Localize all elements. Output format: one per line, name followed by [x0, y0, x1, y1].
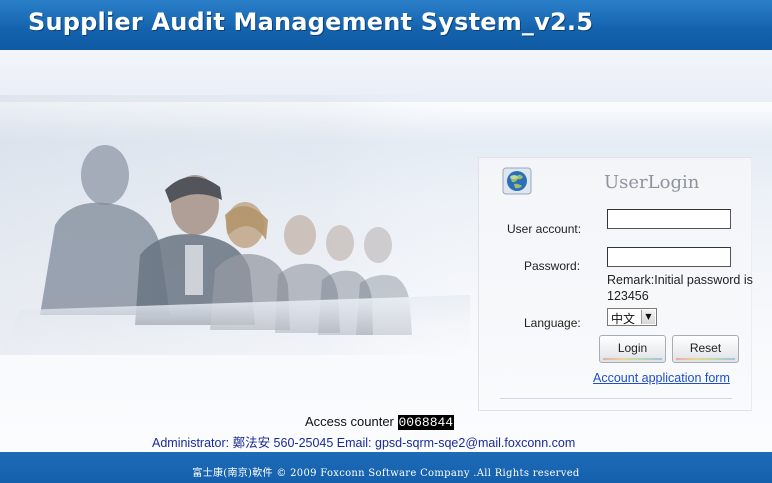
language-selected-value: 中文 [611, 312, 636, 326]
password-label: Password: [524, 259, 581, 273]
chevron-down-icon[interactable]: ▼ [641, 310, 655, 324]
language-label: Language: [524, 316, 581, 330]
language-select[interactable]: 中文 ▼ [607, 308, 657, 326]
copyright-text: 富士康(南京)軟件 © 2009 Foxconn Software Compan… [192, 468, 580, 479]
access-counter-value: 0068844 [397, 415, 455, 430]
globe-icon [502, 167, 532, 195]
user-login-title: UserLogin [604, 172, 700, 193]
app-title: Supplier Audit Management System_v2.5 [28, 8, 594, 36]
password-input[interactable] [607, 247, 731, 267]
access-counter: Access counter 0068844 [305, 414, 455, 430]
login-button[interactable]: Login [599, 335, 666, 363]
password-remark: Remark:Initial password is 123456 [607, 273, 753, 303]
login-button-label: Login [617, 341, 648, 355]
header-bar: Supplier Audit Management System_v2.5 [0, 0, 772, 51]
access-counter-label: Access counter [305, 414, 394, 429]
administrator-info: Administrator: 鄭法安 560-25045 Email: gpsd… [152, 436, 576, 450]
footer-bar: 富士康(南京)軟件 © 2009 Foxconn Software Compan… [0, 452, 772, 483]
divider [500, 398, 732, 399]
account-application-link[interactable]: Account application form [593, 371, 730, 385]
user-account-input[interactable] [607, 209, 731, 229]
business-people-image [0, 95, 470, 355]
reset-button-label: Reset [689, 341, 722, 355]
login-page: Supplier Audit Management System_v2.5 Us… [0, 0, 772, 483]
reset-button[interactable]: Reset [672, 335, 739, 363]
user-account-label: User account: [507, 222, 582, 236]
